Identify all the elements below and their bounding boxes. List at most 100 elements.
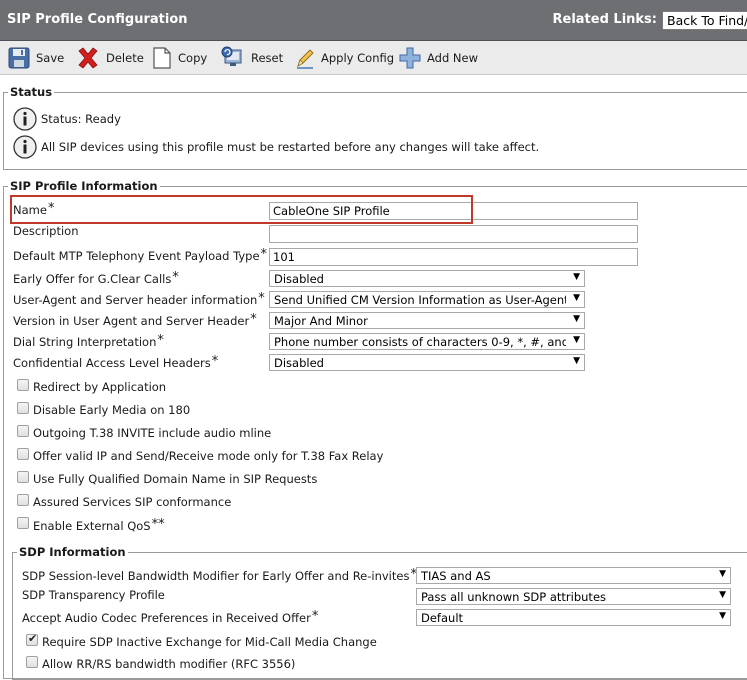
name-input[interactable]: CableOne SIP Profile (269, 202, 638, 220)
info-icon (13, 135, 37, 159)
confidential-label: Confidential Access Level Headers* (13, 354, 218, 370)
codec-preferences-select[interactable]: Default ▼ (416, 609, 731, 626)
dropdown-arrow-icon: ▼ (573, 293, 580, 303)
codec-preferences-value: Default (421, 611, 464, 625)
assured-services-label: Assured Services SIP conformance (33, 495, 232, 509)
external-qos-checkbox[interactable] (17, 517, 29, 529)
copy-button[interactable]: Copy (152, 44, 207, 72)
apply-config-label: Apply Config (321, 51, 395, 65)
sdp-transparency-select[interactable]: Pass all unknown SDP attributes ▼ (416, 588, 731, 605)
rr-rs-bandwidth-checkbox[interactable] (26, 656, 38, 668)
confidential-select[interactable]: Disabled ▼ (269, 354, 585, 371)
delete-button[interactable]: Delete (76, 44, 144, 72)
sdp-bandwidth-label-text: SDP Session-level Bandwidth Modifier for… (22, 569, 410, 583)
version-label: Version in User Agent and Server Header* (13, 312, 257, 328)
status-text: Status: Ready (41, 112, 121, 126)
mtp-label-text: Default MTP Telephony Event Payload Type (13, 249, 260, 263)
redirect-by-application-checkbox[interactable] (17, 379, 29, 391)
status-legend: Status (10, 85, 53, 99)
required-mark: * (211, 354, 219, 369)
save-button[interactable]: Save (8, 44, 64, 72)
plus-icon (399, 47, 421, 69)
t38-audio-mline-label: Outgoing T.38 INVITE include audio mline (33, 426, 272, 440)
version-label-text: Version in User Agent and Server Header (13, 314, 250, 328)
fqdn-label: Use Fully Qualified Domain Name in SIP R… (33, 472, 318, 486)
apply-config-button[interactable]: Apply Config (295, 44, 394, 72)
codec-preferences-label: Accept Audio Codec Preferences in Receiv… (22, 609, 318, 625)
required-mark: * (47, 201, 55, 216)
add-new-label: Add New (427, 51, 479, 65)
reset-button[interactable]: Reset (221, 44, 283, 72)
dropdown-arrow-icon: ▼ (719, 590, 726, 600)
name-label: Name* (13, 201, 54, 217)
sdp-transparency-value: Pass all unknown SDP attributes (421, 590, 607, 604)
sip-profile-legend: SIP Profile Information (10, 179, 158, 193)
version-select[interactable]: Major And Minor ▼ (269, 312, 585, 329)
dropdown-arrow-icon: ▼ (573, 356, 580, 366)
user-agent-value: Send Unified CM Version Information as U… (274, 293, 566, 307)
required-mark: * (250, 312, 257, 327)
sdp-bandwidth-select[interactable]: TIAS and AS ▼ (416, 567, 731, 584)
title-bar: SIP Profile Configuration Related Links:… (0, 0, 747, 41)
save-label: Save (36, 51, 65, 65)
required-mark: * (157, 333, 164, 348)
dial-string-label-text: Dial String Interpretation (13, 335, 157, 349)
early-offer-label-text: Early Offer for G.Clear Calls (13, 272, 172, 286)
confidential-value: Disabled (274, 356, 324, 370)
dial-string-select[interactable]: Phone number consists of characters 0-9,… (269, 333, 585, 350)
copy-label: Copy (178, 51, 208, 65)
dropdown-arrow-icon: ▼ (719, 569, 726, 579)
related-links-label: Related Links: (552, 12, 658, 27)
delete-label: Delete (106, 51, 144, 65)
double-asterisk-mark: ** (151, 517, 165, 532)
add-new-button[interactable]: Add New (399, 44, 478, 72)
required-mark: * (311, 609, 319, 624)
description-label: Description (13, 224, 79, 238)
t38-fax-relay-checkbox[interactable] (17, 448, 29, 460)
user-agent-label-text: User-Agent and Server header information (13, 293, 258, 307)
version-value: Major And Minor (274, 314, 368, 328)
user-agent-label: User-Agent and Server header information… (13, 291, 265, 307)
info-icon (13, 107, 37, 131)
dial-string-value: Phone number consists of characters 0-9,… (274, 335, 566, 349)
mtp-input[interactable]: 101 (269, 248, 638, 266)
description-input[interactable] (269, 225, 638, 243)
external-qos-label: Enable External QoS** (33, 517, 165, 533)
mtp-label: Default MTP Telephony Event Payload Type… (13, 247, 267, 263)
reset-label: Reset (251, 51, 284, 65)
save-icon (8, 47, 30, 69)
confidential-label-text: Confidential Access Level Headers (13, 356, 211, 370)
external-qos-label-text: Enable External QoS (33, 519, 151, 533)
related-links-select[interactable]: Back To Find/List (662, 11, 747, 30)
early-offer-select[interactable]: Disabled ▼ (269, 270, 585, 287)
sdp-inactive-exchange-checkbox[interactable] (26, 632, 38, 646)
sdp-bandwidth-label: SDP Session-level Bandwidth Modifier for… (22, 567, 417, 583)
pencil-icon (297, 49, 314, 69)
user-agent-select[interactable]: Send Unified CM Version Information as U… (269, 291, 585, 308)
rr-rs-bandwidth-label: Allow RR/RS bandwidth modifier (RFC 3556… (42, 657, 296, 671)
dropdown-arrow-icon: ▼ (573, 272, 580, 282)
dial-string-label: Dial String Interpretation* (13, 333, 164, 349)
copy-icon (153, 47, 171, 69)
codec-preferences-label-text: Accept Audio Codec Preferences in Receiv… (22, 611, 311, 625)
sdp-inactive-exchange-label: Require SDP Inactive Exchange for Mid-Ca… (42, 635, 377, 649)
early-offer-label: Early Offer for G.Clear Calls* (13, 270, 179, 286)
delete-icon (78, 47, 98, 69)
redirect-by-application-label: Redirect by Application (33, 380, 167, 394)
fqdn-checkbox[interactable] (17, 471, 29, 483)
assured-services-checkbox[interactable] (17, 494, 29, 506)
required-mark: * (260, 247, 268, 262)
sdp-transparency-label: SDP Transparency Profile (22, 588, 165, 602)
dropdown-arrow-icon: ▼ (573, 335, 580, 345)
dropdown-arrow-icon: ▼ (573, 314, 580, 324)
t38-audio-mline-checkbox[interactable] (17, 425, 29, 437)
sdp-bandwidth-value: TIAS and AS (421, 569, 491, 583)
toolbar: Save Delete Copy Reset Apply Config Add … (0, 41, 747, 75)
restart-note: All SIP devices using this profile must … (41, 140, 540, 154)
reset-icon (221, 46, 242, 66)
t38-fax-relay-label: Offer valid IP and Send/Receive mode onl… (33, 449, 384, 463)
required-mark: * (172, 270, 179, 285)
disable-early-media-checkbox[interactable] (17, 402, 29, 414)
status-section: Status (3, 85, 747, 170)
early-offer-value: Disabled (274, 272, 324, 286)
